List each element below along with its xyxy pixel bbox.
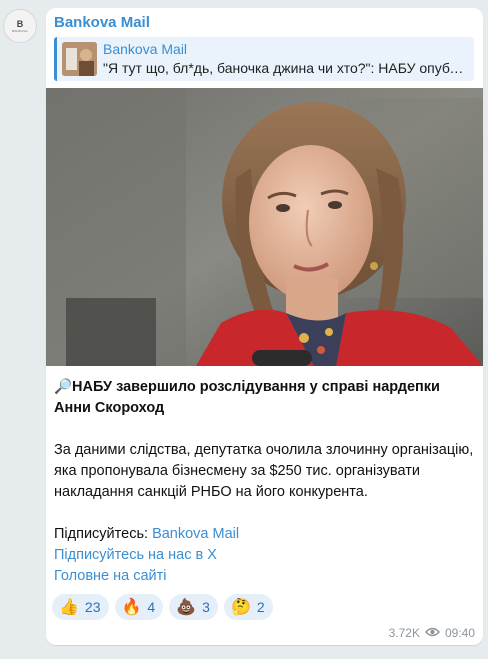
- reaction-thumbs-up[interactable]: 👍 23: [52, 594, 109, 620]
- reaction-count: 2: [256, 599, 265, 615]
- site-link[interactable]: Головне на сайті: [54, 566, 167, 587]
- reaction-poo[interactable]: 💩 3: [169, 594, 218, 620]
- thumbs-up-icon: 👍: [59, 597, 79, 616]
- message-time: 09:40: [444, 626, 475, 640]
- message-bubble: Bankova Mail Bankova Mail "Я тут що, бл*…: [46, 8, 483, 645]
- subscribe-x-link[interactable]: Підписуйтесь на нас в Х: [54, 545, 217, 566]
- channel-avatar[interactable]: B BANKOVA: [3, 9, 37, 43]
- subscribe-link[interactable]: Bankova Mail: [152, 526, 239, 542]
- post-headline: 🔎НАБУ завершило розслідування у справі н…: [54, 379, 440, 416]
- fire-icon: 🔥: [121, 597, 142, 616]
- reaction-fire[interactable]: 🔥 4: [114, 594, 164, 620]
- message-meta: 3.72K 09:40: [389, 626, 475, 640]
- reaction-count: 3: [202, 599, 210, 615]
- reaction-count: 4: [147, 599, 156, 615]
- reaction-count: 23: [84, 599, 101, 615]
- reaction-thinking[interactable]: 🤔 2: [223, 594, 273, 620]
- eye-icon: [424, 626, 440, 640]
- reply-preview[interactable]: Bankova Mail "Я тут що, бл*дь, баночка д…: [54, 37, 474, 81]
- thinking-face-icon: 🤔: [230, 597, 251, 616]
- reply-text: "Я тут що, бл*дь, баночка джина чи хто?"…: [103, 60, 471, 76]
- reply-title: Bankova Mail: [103, 41, 188, 57]
- view-count: 3.72K: [388, 626, 420, 640]
- subscribe-line: Підписуйтесь: Bankova Mail: [54, 524, 239, 545]
- avatar-monogram: B: [16, 18, 24, 29]
- pile-of-poo-icon: 💩: [176, 597, 197, 616]
- sender-name[interactable]: Bankova Mail: [54, 14, 150, 31]
- post-photo[interactable]: [46, 88, 483, 366]
- avatar-caption: BANKOVA: [12, 28, 28, 33]
- reply-thumbnail: [62, 42, 97, 76]
- reactions-bar: 👍 23 🔥 4 💩 3 🤔 2: [52, 594, 273, 620]
- subscribe-prefix: Підписуйтесь:: [54, 526, 153, 542]
- post-body: За даними слідства, депутатка очолила зл…: [54, 442, 474, 500]
